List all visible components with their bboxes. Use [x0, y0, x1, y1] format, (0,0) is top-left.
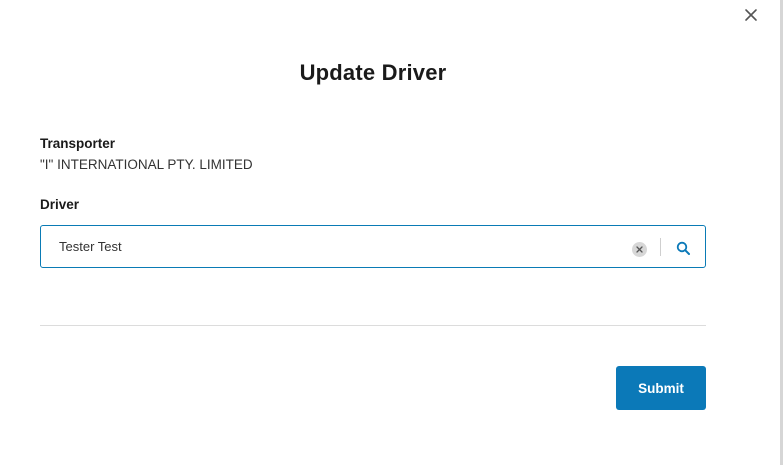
update-driver-modal: Update Driver Transporter "I" INTERNATIO… [0, 0, 783, 465]
transporter-value: "I" INTERNATIONAL PTY. LIMITED [40, 157, 253, 172]
search-icon [676, 241, 690, 255]
submit-button[interactable]: Submit [616, 366, 706, 410]
close-icon [745, 9, 757, 21]
clear-x-icon [636, 246, 643, 253]
driver-label: Driver [40, 197, 80, 212]
driver-field [40, 225, 706, 268]
divider [40, 325, 706, 326]
modal-title: Update Driver [299, 60, 447, 85]
transporter-label: Transporter [40, 136, 116, 151]
clear-button[interactable] [632, 242, 647, 257]
close-button[interactable] [740, 4, 762, 26]
driver-input[interactable] [59, 226, 619, 267]
field-separator [660, 238, 661, 256]
search-button[interactable] [673, 238, 693, 258]
